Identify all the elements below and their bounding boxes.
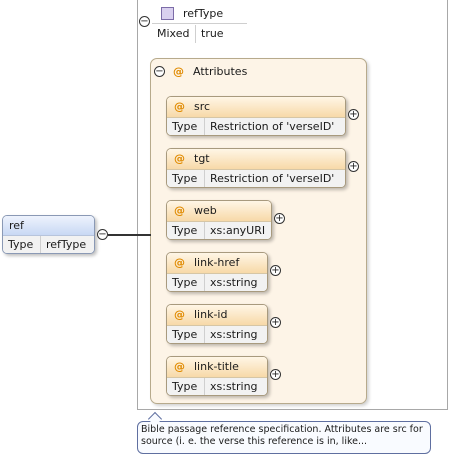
attributes-icon: @ bbox=[173, 65, 184, 78]
attribute-type-row: Type xs:string bbox=[167, 274, 267, 291]
connector-line bbox=[108, 234, 151, 236]
attribute-type-key: Type bbox=[172, 120, 198, 133]
ref-type-separator bbox=[40, 236, 41, 253]
attribute-type-separator bbox=[204, 118, 205, 135]
attribute-tgt-expand-button[interactable]: + bbox=[348, 161, 359, 172]
attribute-type-key: Type bbox=[172, 380, 198, 393]
ref-type-value: refType bbox=[46, 238, 87, 251]
attribute-type-row: Type xs:string bbox=[167, 378, 267, 395]
ref-element-header: ref bbox=[3, 216, 94, 236]
attribute-tgt[interactable]: @ tgt Type Restriction of 'verseID' bbox=[166, 148, 346, 188]
attribute-src[interactable]: @ src Type Restriction of 'verseID' bbox=[166, 96, 346, 136]
attribute-icon: @ bbox=[174, 256, 185, 269]
attribute-type-separator bbox=[204, 274, 205, 291]
attribute-type-separator bbox=[204, 326, 205, 343]
ref-element[interactable]: ref Type refType bbox=[2, 215, 95, 254]
attribute-icon: @ bbox=[174, 100, 185, 113]
attribute-src-expand-button[interactable]: + bbox=[348, 109, 359, 120]
attribute-type-value: xs:anyURI bbox=[210, 224, 266, 237]
attribute-type-row: Type xs:string bbox=[167, 326, 267, 343]
attribute-type-row: Type xs:anyURI bbox=[167, 222, 271, 239]
attribute-type-separator bbox=[204, 170, 205, 187]
attribute-header: @ link-href bbox=[167, 253, 267, 274]
attribute-type-value: xs:string bbox=[210, 380, 258, 393]
attribute-name: tgt bbox=[194, 152, 210, 165]
properties-divider bbox=[152, 23, 247, 24]
attribute-icon: @ bbox=[174, 152, 185, 165]
attribute-type-key: Type bbox=[172, 172, 198, 185]
attribute-type-value: xs:string bbox=[210, 276, 258, 289]
ref-type-row: Type refType bbox=[3, 236, 94, 253]
attribute-header: @ link-title bbox=[167, 357, 267, 378]
complex-type-collapse-button[interactable]: − bbox=[139, 16, 150, 27]
attribute-type-row: Type Restriction of 'verseID' bbox=[167, 118, 345, 135]
attribute-header: @ link-id bbox=[167, 305, 267, 326]
attribute-header: @ src bbox=[167, 97, 345, 118]
property-separator bbox=[195, 25, 196, 43]
annotation-line-2: source (i. e. the verse this reference i… bbox=[141, 436, 368, 447]
attribute-type-key: Type bbox=[172, 276, 198, 289]
attribute-link-title[interactable]: @ link-title Type xs:string bbox=[166, 356, 268, 396]
attribute-link-href[interactable]: @ link-href Type xs:string bbox=[166, 252, 268, 292]
attribute-type-row: Type Restriction of 'verseID' bbox=[167, 170, 345, 187]
mixed-property-value: true bbox=[201, 27, 224, 40]
attribute-web-expand-button[interactable]: + bbox=[274, 213, 285, 224]
attribute-type-value: Restriction of 'verseID' bbox=[210, 172, 335, 185]
ref-element-name: ref bbox=[9, 219, 24, 232]
annotation-bubble: Bible passage reference specification. A… bbox=[137, 421, 431, 454]
complex-type-icon bbox=[161, 7, 174, 20]
ref-type-key: Type bbox=[8, 238, 34, 251]
complex-type-name: refType bbox=[183, 7, 224, 20]
attribute-link-id-expand-button[interactable]: + bbox=[270, 317, 281, 328]
attribute-link-title-expand-button[interactable]: + bbox=[270, 369, 281, 380]
attribute-type-value: xs:string bbox=[210, 328, 258, 341]
attribute-header: @ web bbox=[167, 201, 271, 222]
ref-collapse-button[interactable]: − bbox=[97, 229, 108, 240]
attribute-link-id[interactable]: @ link-id Type xs:string bbox=[166, 304, 268, 344]
annotation-line-1: Bible passage reference specification. A… bbox=[141, 424, 423, 435]
attribute-name: link-id bbox=[194, 308, 228, 321]
attribute-header: @ tgt bbox=[167, 149, 345, 170]
attribute-type-separator bbox=[204, 222, 205, 239]
attribute-icon: @ bbox=[174, 308, 185, 321]
attribute-name: src bbox=[194, 100, 211, 113]
attribute-icon: @ bbox=[174, 204, 185, 217]
attribute-icon: @ bbox=[174, 360, 185, 373]
attribute-type-separator bbox=[204, 378, 205, 395]
attribute-name: link-href bbox=[194, 256, 240, 269]
attributes-label: Attributes bbox=[193, 65, 248, 78]
attribute-name: link-title bbox=[194, 360, 239, 373]
mixed-property-key: Mixed bbox=[157, 27, 190, 40]
attributes-collapse-button[interactable]: − bbox=[154, 66, 165, 77]
attribute-type-value: Restriction of 'verseID' bbox=[210, 120, 335, 133]
attribute-web[interactable]: @ web Type xs:anyURI bbox=[166, 200, 272, 240]
attribute-link-href-expand-button[interactable]: + bbox=[270, 265, 281, 276]
attribute-name: web bbox=[194, 204, 217, 217]
attribute-type-key: Type bbox=[172, 224, 198, 237]
attribute-type-key: Type bbox=[172, 328, 198, 341]
